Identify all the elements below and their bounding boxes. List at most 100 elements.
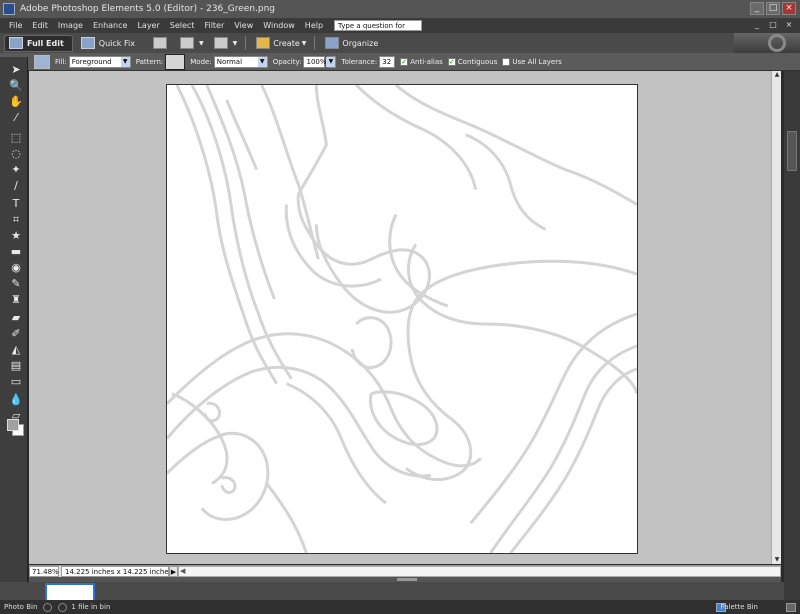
clone-stamp-tool[interactable]: ♜ [8,293,24,307]
info-menu-arrow-icon[interactable]: ▶ [169,566,178,577]
photo-bin-toggle[interactable]: Photo Bin [4,603,37,611]
use-all-layers-label: Use All Layers [512,57,562,66]
palette-options-icon[interactable] [786,602,796,612]
scroll-up-icon[interactable]: ▲ [773,71,781,79]
zoom-tool[interactable]: 🔍 [8,79,24,93]
create-button[interactable]: Create ▼ [256,37,306,49]
opacity-slider-toggle[interactable]: ▼ [326,55,337,68]
scroll-left-icon[interactable]: ◀ [180,567,185,575]
palette-bin-edge [784,71,800,600]
tab-quick-fix-label: Quick Fix [98,38,135,48]
menu-select[interactable]: Select [165,18,200,33]
online-services-button[interactable]: ▼ [213,37,237,49]
pattern-picker[interactable] [165,53,186,70]
move-tool[interactable]: ➤ [8,63,24,77]
opacity-field[interactable]: 100% [303,55,327,68]
menu-bar: File Edit Image Enhance Layer Select Fil… [0,18,800,41]
chevron-down-icon: ▼ [120,56,130,67]
menu-image[interactable]: Image [53,18,88,33]
menu-view[interactable]: View [229,18,258,33]
document-info: 14.225 inches x 14.225 inches (71.5… [61,566,169,577]
tab-quick-fix[interactable]: Quick Fix [77,35,143,52]
anti-alias-checkbox[interactable]: ✓ Anti-alias [400,57,443,66]
eyedropper-tool[interactable]: ⁄ [8,111,24,125]
type-tool[interactable]: T [8,197,24,211]
tab-full-edit[interactable]: Full Edit [4,34,73,52]
chevron-down-icon: ▼ [326,56,336,67]
hand-tool[interactable]: ✋ [8,95,24,109]
tool-options-bar: Fill: Foreground ▼ Pattern: Mode: Normal… [0,53,800,71]
close-button[interactable]: × [782,2,796,15]
paint-bucket-icon[interactable] [34,54,50,69]
menu-window[interactable]: Window [258,18,300,33]
paint-bucket-tool[interactable]: ◭ [8,343,24,357]
eraser-tool[interactable]: ▰ [8,311,24,325]
marquee-tool[interactable]: ⬚ [8,131,24,145]
title-bar: Adobe Photoshop Elements 5.0 (Editor) - … [0,0,800,18]
tolerance-field[interactable]: 32 [379,55,396,68]
chevron-down-icon: ▼ [198,39,204,47]
horizontal-scrollbar[interactable]: ◀ [178,566,781,577]
print-button[interactable] [152,37,170,49]
spot-healing-tool[interactable]: ✎ [8,277,24,291]
straighten-tool[interactable]: ▬ [8,245,24,259]
brush-tool[interactable]: ✐ [8,327,24,341]
mode-select[interactable]: Normal ▼ [213,55,268,68]
files-in-bin-count: 1 file in bin [71,603,111,611]
use-all-layers-checkbox[interactable]: Use All Layers [502,57,562,66]
gradient-tool[interactable]: ▤ [8,359,24,373]
share-button[interactable]: ▼ [179,37,204,49]
menu-help[interactable]: Help [300,18,328,33]
cookie-cutter-tool[interactable]: ★ [8,229,24,243]
palette-collapse-handle[interactable] [787,131,797,171]
create-icon [256,37,271,49]
maximize-button[interactable]: □ [766,2,780,15]
pattern-label: Pattern: [135,57,164,66]
foreground-color-swatch[interactable] [7,419,19,431]
doc-close-button[interactable]: × [784,19,794,30]
app-logo [734,33,800,53]
menu-edit[interactable]: Edit [27,18,53,33]
organize-button[interactable]: Organize [325,37,378,49]
menu-filter[interactable]: Filter [199,18,229,33]
zoom-level-field[interactable]: 71.48% [29,566,59,577]
crop-tool[interactable]: ⌗ [8,213,24,227]
photo-bin-thumbnail[interactable] [45,583,95,600]
logo-ring-icon [768,34,786,52]
next-photo-icon[interactable] [58,602,68,612]
menu-file[interactable]: File [4,18,27,33]
previous-photo-icon[interactable] [43,602,53,612]
doc-minimize-button[interactable]: _ [752,19,762,30]
tolerance-label: Tolerance: [341,57,378,66]
doc-restore-button[interactable]: □ [768,19,778,30]
scroll-down-icon[interactable]: ▼ [773,556,781,564]
photo-bin [0,582,784,600]
status-bar: 71.48% 14.225 inches x 14.225 inches (71… [29,565,781,577]
menu-layer[interactable]: Layer [132,18,164,33]
magic-wand-tool[interactable]: ✦ [8,163,24,177]
shortcut-bar: Full Edit Quick Fix ▼ ▼ Create ▼ Organize [0,33,800,53]
minimize-button[interactable]: _ [750,2,764,15]
fill-select[interactable]: Foreground ▼ [68,55,131,68]
help-search-input[interactable]: Type a question for help [334,20,423,41]
contour-image [167,85,637,553]
bottom-bar: Photo Bin 1 file in bin Palette Bin [0,600,800,614]
window-title: Adobe Photoshop Elements 5.0 (Editor) - … [20,4,276,14]
blur-tool[interactable]: 💧 [8,393,24,407]
palette-bin-toggle[interactable]: Palette Bin [720,603,758,611]
fill-select-value: Foreground [71,57,112,66]
shape-tool[interactable]: ▭ [8,375,24,389]
opacity-label: Opacity: [272,57,302,66]
contiguous-checkbox[interactable]: ✓ Contiguous [447,57,497,66]
document-window-controls: _ □ × [752,19,794,30]
share-icon [179,37,194,49]
vertical-scrollbar[interactable]: ▲ ▼ [771,71,781,564]
red-eye-tool[interactable]: ◉ [8,261,24,275]
toolbar-divider [314,36,316,50]
menu-enhance[interactable]: Enhance [88,18,133,33]
selection-brush-tool[interactable]: ∕ [8,179,24,193]
printer-icon [152,37,167,49]
document-canvas[interactable] [166,84,638,554]
lasso-tool[interactable]: ◌ [8,147,24,161]
mode-select-value: Normal [216,57,243,66]
